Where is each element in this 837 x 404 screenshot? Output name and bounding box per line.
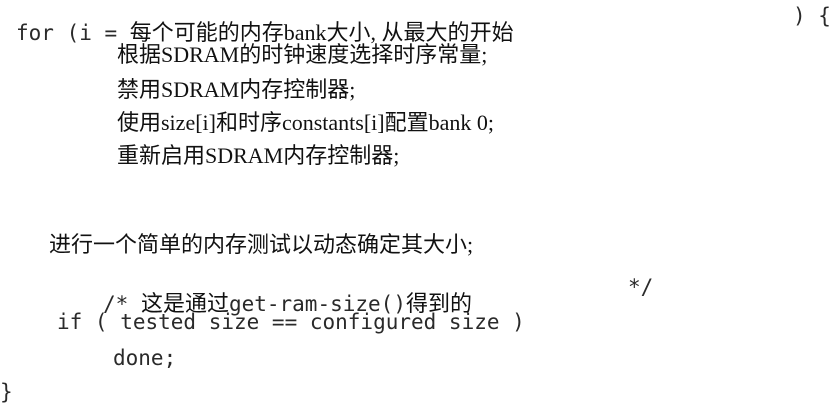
for-loop-open-brace: ) { bbox=[793, 4, 831, 28]
done-statement: done; bbox=[113, 346, 177, 370]
body-line-3: 使用size[i]和时序constants[i]配置bank 0; bbox=[117, 110, 494, 135]
comment-close: */ bbox=[628, 275, 654, 299]
if-statement: if ( tested size == configured size ) bbox=[57, 310, 525, 334]
body-line-1: 根据SDRAM的时钟速度选择时序常量; bbox=[117, 42, 488, 67]
for-keyword: for (i = bbox=[16, 21, 130, 45]
code-listing: for (i = 每个可能的内存bank大小, 从最大的开始 ) { 根据SDR… bbox=[0, 0, 837, 403]
closing-brace: } bbox=[0, 380, 13, 404]
body-line-4: 重新启用SDRAM内存控制器; bbox=[117, 143, 400, 168]
memory-test-line: 进行一个简单的内存测试以动态确定其大小; bbox=[49, 232, 474, 257]
body-line-2: 禁用SDRAM内存控制器; bbox=[117, 77, 356, 102]
